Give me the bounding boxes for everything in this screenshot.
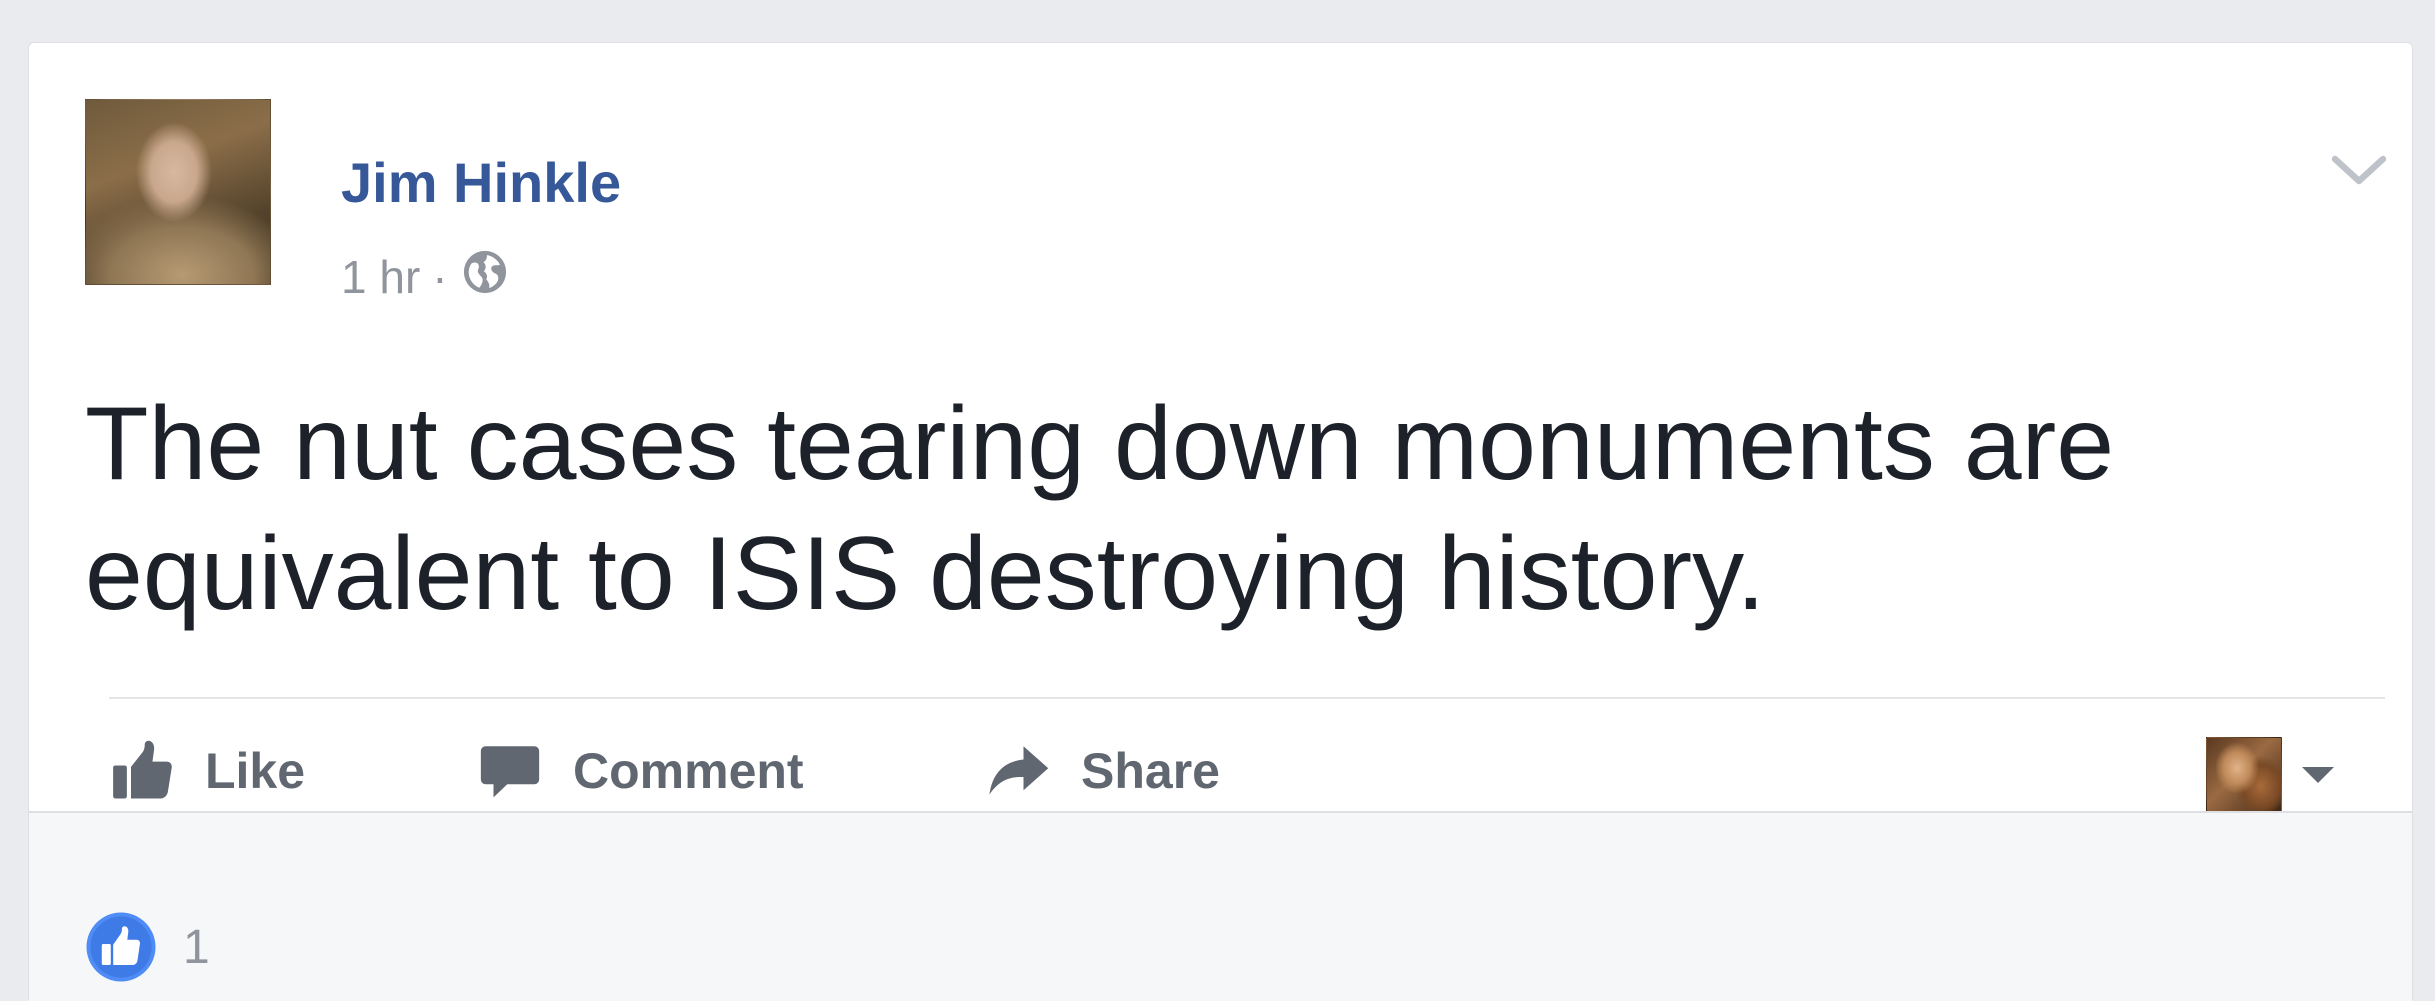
- like-reaction-icon: [86, 912, 156, 982]
- share-arrow-icon: [989, 746, 1049, 795]
- like-label: Like: [205, 743, 306, 799]
- author-name[interactable]: Jim Hinkle: [341, 151, 621, 215]
- action-bar: Like Comment Share: [109, 733, 2389, 813]
- comment-as-selector[interactable]: [2206, 737, 2336, 813]
- caret-down-icon: [2302, 767, 2334, 783]
- globe-icon[interactable]: [462, 249, 508, 306]
- post-timestamp[interactable]: 1 hr: [341, 250, 420, 304]
- post-text: The nut cases tearing down monuments are…: [85, 386, 2115, 632]
- share-label: Share: [1081, 743, 1220, 799]
- like-button[interactable]: Like: [109, 733, 305, 809]
- reactions-footer: 1: [29, 811, 2412, 1001]
- comment-icon: [480, 746, 540, 798]
- reaction-count[interactable]: 1: [183, 920, 210, 975]
- reaction-summary[interactable]: 1: [85, 911, 210, 983]
- comment-button[interactable]: Comment: [477, 733, 804, 809]
- share-button[interactable]: Share: [985, 733, 1220, 809]
- post-meta: 1 hr ·: [341, 249, 508, 305]
- meta-separator: ·: [432, 251, 448, 303]
- thumbs-up-icon: [113, 740, 172, 799]
- author-avatar[interactable]: [85, 99, 271, 285]
- viewer-avatar: [2206, 737, 2282, 813]
- post-header: Jim Hinkle 1 hr ·: [85, 99, 2335, 303]
- post-options-chevron-icon[interactable]: [2329, 151, 2389, 191]
- comment-label: Comment: [573, 743, 804, 799]
- actions-divider: [109, 697, 2385, 699]
- post-card: Jim Hinkle 1 hr · The nut cases tearing …: [28, 42, 2413, 1001]
